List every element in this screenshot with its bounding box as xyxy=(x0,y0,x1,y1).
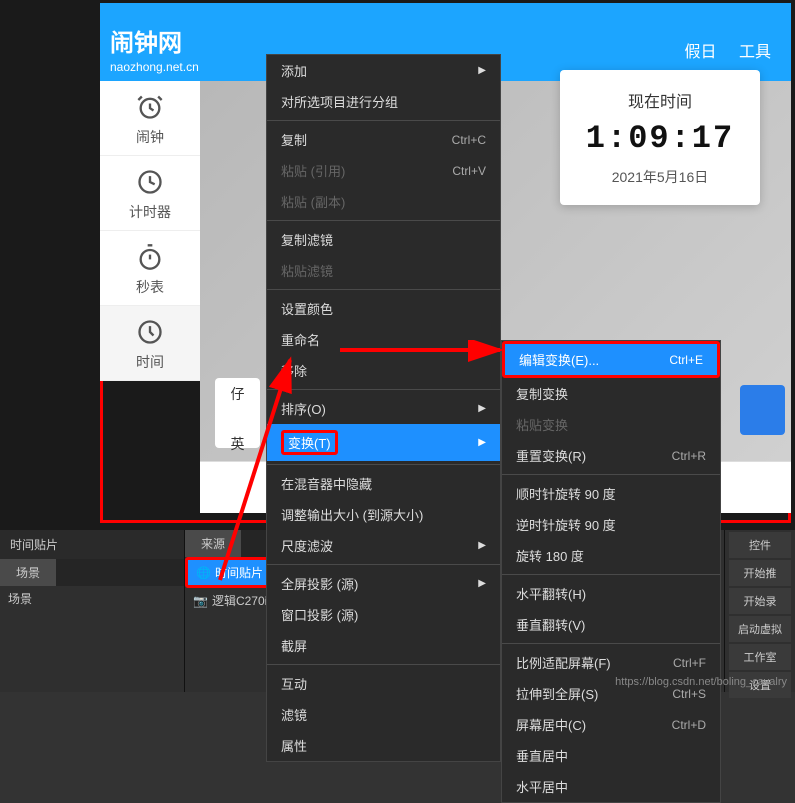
browser-icon: 🌐 xyxy=(196,566,211,580)
menu-separator xyxy=(267,564,500,565)
header-links: 假日 工具 xyxy=(667,38,771,62)
menu-resize-output[interactable]: 调整输出大小 (到源大小) xyxy=(267,499,500,530)
alarm-icon xyxy=(136,93,164,121)
camera-icon: 📷 xyxy=(193,594,208,608)
menu-copy-transform[interactable]: 复制变换 xyxy=(502,378,720,409)
sidebar-item-time[interactable]: 时间 xyxy=(100,306,200,381)
menu-edit-transform[interactable]: 编辑变换(E)...Ctrl+E xyxy=(502,341,720,378)
clock-widget: 现在时间 1:09:17 2021年5月16日 xyxy=(560,70,760,205)
timer-icon xyxy=(136,168,164,196)
menu-flip-v[interactable]: 垂直翻转(V) xyxy=(502,609,720,640)
watermark: https://blog.csdn.net/boling_cavalry xyxy=(615,676,787,688)
sidebar-label: 闹钟 xyxy=(136,129,164,145)
menu-separator xyxy=(267,389,500,390)
submenu-arrow-icon: ▶ xyxy=(478,65,486,76)
ctrl-start-record[interactable]: 开始录 xyxy=(729,588,791,614)
ctrl-virtual-cam[interactable]: 启动虚拟 xyxy=(729,616,791,642)
sidebar-label: 时间 xyxy=(136,354,164,370)
submenu-arrow-icon: ▶ xyxy=(478,540,486,551)
sidebar-label: 计时器 xyxy=(129,204,171,220)
clock-time: 1:09:17 xyxy=(578,120,742,157)
menu-rename[interactable]: 重命名 xyxy=(267,324,500,355)
scene-item[interactable]: 场景 xyxy=(0,586,184,611)
menu-group[interactable]: 对所选项目进行分组 xyxy=(267,86,500,117)
submenu-arrow-icon: ▶ xyxy=(478,578,486,589)
sidebar-item-timer[interactable]: 计时器 xyxy=(100,156,200,231)
menu-window-proj[interactable]: 窗口投影 (源) xyxy=(267,599,500,630)
tag-card: 仔 英 xyxy=(215,378,260,448)
menu-hide-mixer[interactable]: 在混音器中隐藏 xyxy=(267,468,500,499)
logo-subtitle: naozhong.net.cn xyxy=(110,60,199,74)
menu-separator xyxy=(502,574,720,575)
menu-copy[interactable]: 复制Ctrl+C xyxy=(267,124,500,155)
submenu-arrow-icon: ▶ xyxy=(478,403,486,414)
header-link-tools[interactable]: 工具 xyxy=(739,44,771,61)
tab-row: 场景 xyxy=(0,559,184,586)
submenu-arrow-icon: ▶ xyxy=(478,437,486,448)
webpage-sidebar: 闹钟 计时器 秒表 时间 xyxy=(100,81,200,381)
menu-separator xyxy=(267,220,500,221)
source-label: 逻辑C270i xyxy=(212,592,267,609)
logo-title: 闹钟网 xyxy=(110,23,199,58)
tag-bottom: 英 xyxy=(221,434,254,454)
tab-scene[interactable]: 场景 xyxy=(0,559,56,586)
menu-rotate-cw[interactable]: 顺时针旋转 90 度 xyxy=(502,478,720,509)
menu-copy-filters[interactable]: 复制滤镜 xyxy=(267,224,500,255)
menu-separator xyxy=(502,643,720,644)
menu-center[interactable]: 屏幕居中(C)Ctrl+D xyxy=(502,709,720,740)
menu-properties[interactable]: 属性 xyxy=(267,730,500,761)
menu-add[interactable]: 添加▶ xyxy=(267,55,500,86)
menu-remove[interactable]: 移除 xyxy=(267,355,500,386)
ctrl-start-stream[interactable]: 开始推 xyxy=(729,560,791,586)
ctrl-controls[interactable]: 控件 xyxy=(729,532,791,558)
sidebar-item-stopwatch[interactable]: 秒表 xyxy=(100,231,200,306)
context-menu: 添加▶ 对所选项目进行分组 复制Ctrl+C 粘贴 (引用)Ctrl+V 粘贴 … xyxy=(266,54,501,762)
menu-rotate-180[interactable]: 旋转 180 度 xyxy=(502,540,720,571)
menu-paste-dup[interactable]: 粘贴 (副本) xyxy=(267,186,500,217)
menu-flip-h[interactable]: 水平翻转(H) xyxy=(502,578,720,609)
clock-date: 2021年5月16日 xyxy=(578,167,742,187)
menu-set-color[interactable]: 设置颜色 xyxy=(267,293,500,324)
menu-order[interactable]: 排序(O)▶ xyxy=(267,393,500,424)
blue-button[interactable] xyxy=(740,385,785,435)
menu-filters[interactable]: 滤镜 xyxy=(267,699,500,730)
menu-hcenter[interactable]: 水平居中 xyxy=(502,771,720,802)
sidebar-item-alarm[interactable]: 闹钟 xyxy=(100,81,200,156)
scenes-panel: 时间贴片 场景 场景 xyxy=(0,530,185,692)
menu-separator xyxy=(267,289,500,290)
menu-separator xyxy=(267,120,500,121)
menu-fullscreen-proj[interactable]: 全屏投影 (源)▶ xyxy=(267,568,500,599)
menu-vcenter[interactable]: 垂直居中 xyxy=(502,740,720,771)
menu-separator xyxy=(267,664,500,665)
menu-interact[interactable]: 互动 xyxy=(267,668,500,699)
clock-icon xyxy=(136,318,164,346)
stopwatch-icon xyxy=(136,243,164,271)
tab-sources[interactable]: 来源 xyxy=(185,530,241,557)
sidebar-label: 秒表 xyxy=(136,279,164,295)
ctrl-studio[interactable]: 工作室 xyxy=(729,644,791,670)
source-label: 时间贴片 xyxy=(215,564,263,581)
site-logo: 闹钟网 naozhong.net.cn xyxy=(110,23,199,74)
menu-separator xyxy=(267,464,500,465)
header-link-holiday[interactable]: 假日 xyxy=(685,44,717,61)
menu-paste-ref[interactable]: 粘贴 (引用)Ctrl+V xyxy=(267,155,500,186)
tag-top: 仔 xyxy=(221,384,254,404)
clock-title: 现在时间 xyxy=(578,88,742,112)
menu-separator xyxy=(502,474,720,475)
menu-screenshot[interactable]: 截屏 xyxy=(267,630,500,661)
menu-transform[interactable]: 变换(T)▶ xyxy=(267,424,500,461)
menu-fit-screen[interactable]: 比例适配屏幕(F)Ctrl+F xyxy=(502,647,720,678)
controls-panel: 控件 开始推 开始录 启动虚拟 工作室 设置 xyxy=(725,530,795,692)
menu-paste-transform[interactable]: 粘贴变换 xyxy=(502,409,720,440)
transform-submenu: 编辑变换(E)...Ctrl+E 复制变换 粘贴变换 重置变换(R)Ctrl+R… xyxy=(501,340,721,803)
menu-scale-filter[interactable]: 尺度滤波▶ xyxy=(267,530,500,561)
menu-rotate-ccw[interactable]: 逆时针旋转 90 度 xyxy=(502,509,720,540)
panel-title: 时间贴片 xyxy=(0,530,184,559)
menu-paste-filters[interactable]: 粘贴滤镜 xyxy=(267,255,500,286)
menu-reset-transform[interactable]: 重置变换(R)Ctrl+R xyxy=(502,440,720,471)
